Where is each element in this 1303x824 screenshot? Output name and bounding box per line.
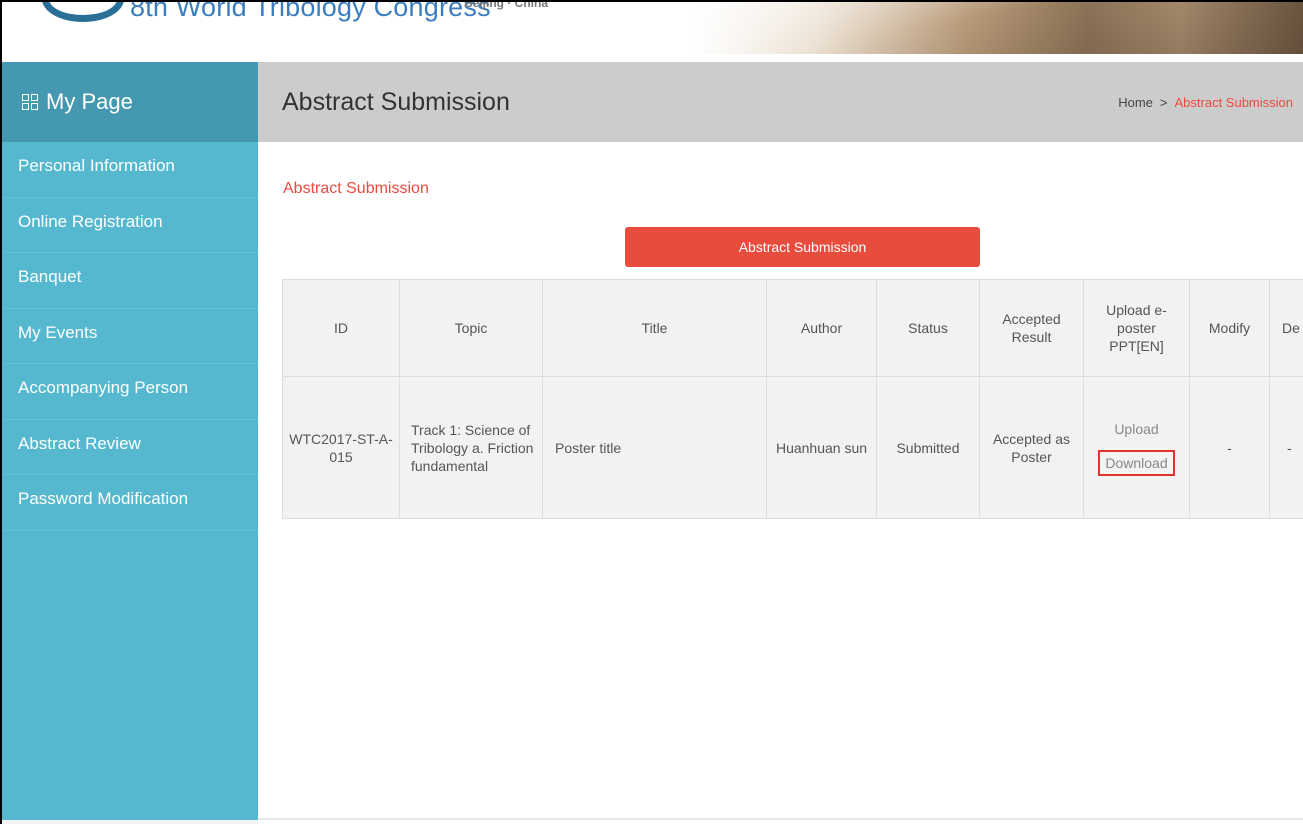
sidebar-footer [2, 820, 258, 824]
cell-id: WTC2017-ST-A-015 [282, 376, 400, 519]
header-modify: Modify [1189, 279, 1270, 377]
content-footer-divider [258, 818, 1303, 820]
page-title-bar: Abstract Submission Home > Abstract Submis… [258, 62, 1303, 142]
header-upload-eposter: Upload e-poster PPT[EN] [1083, 279, 1190, 377]
sidebar-item-abstract-review[interactable]: Abstract Review [2, 420, 258, 475]
browser-frame: 8th World Tribology Congress Beijing · C… [0, 0, 1303, 824]
table-header-row: ID Topic Title Author Status Accepted Re… [282, 279, 1303, 377]
sidebar-item-personal-information[interactable]: Personal Information [2, 142, 258, 198]
great-wall-banner-image [692, 2, 1303, 54]
sidebar: My Page Personal Information Online Regi… [2, 62, 258, 820]
breadcrumb-current: Abstract Submission [1174, 95, 1294, 110]
breadcrumb-home-link[interactable]: Home [1118, 95, 1153, 110]
header-delete: De [1269, 279, 1303, 377]
grid-icon [22, 94, 38, 110]
download-link[interactable]: Download [1098, 449, 1175, 476]
sidebar-item-accompanying-person[interactable]: Accompanying Person [2, 364, 258, 420]
site-banner: 8th World Tribology Congress Beijing · C… [2, 2, 1303, 62]
upload-link[interactable]: Upload [1090, 420, 1183, 438]
banner-subtitle: Beijing · China [464, 2, 548, 10]
header-topic: Topic [399, 279, 543, 377]
breadcrumb: Home > Abstract Submission [1118, 95, 1293, 110]
header-author: Author [766, 279, 877, 377]
submissions-table-container: ID Topic Title Author Status Accepted Re… [282, 279, 1303, 521]
cell-delete: - [1269, 376, 1303, 519]
header-id: ID [282, 279, 400, 377]
cell-upload-actions: Upload Download [1083, 376, 1190, 519]
abstract-submission-button[interactable]: Abstract Submission [625, 227, 980, 267]
sidebar-heading-label: My Page [46, 89, 133, 114]
table-row: WTC2017-ST-A-015 Track 1: Science of Tri… [282, 376, 1303, 519]
header-accepted-result: Accepted Result [979, 279, 1084, 377]
section-title: Abstract Submission [283, 180, 429, 197]
sidebar-item-online-registration[interactable]: Online Registration [2, 198, 258, 253]
congress-logo-icon [42, 2, 124, 22]
cell-author: Huanhuan sun [766, 376, 877, 519]
breadcrumb-separator: > [1159, 95, 1168, 110]
header-status: Status [876, 279, 980, 377]
page-title: Abstract Submission [282, 88, 510, 116]
sidebar-heading: My Page [2, 62, 258, 142]
cell-modify: - [1189, 376, 1270, 519]
cell-accepted-result: Accepted as Poster [979, 376, 1084, 519]
cell-title: Poster title [542, 376, 767, 519]
sidebar-item-my-events[interactable]: My Events [2, 309, 258, 364]
header-title: Title [542, 279, 767, 377]
cell-status: Submitted [876, 376, 980, 519]
cell-topic: Track 1: Science of Tribology a. Frictio… [399, 376, 543, 519]
sidebar-item-password-modification[interactable]: Password Modification [2, 475, 258, 531]
sidebar-item-banquet[interactable]: Banquet [2, 253, 258, 309]
submissions-table: ID Topic Title Author Status Accepted Re… [282, 279, 1303, 519]
banner-title: 8th World Tribology Congress [130, 2, 491, 22]
